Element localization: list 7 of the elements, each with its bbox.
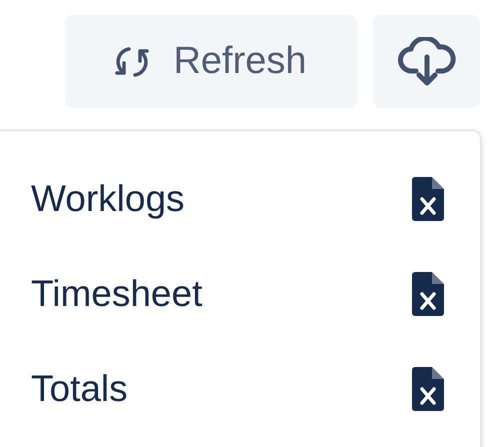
cloud-download-icon	[398, 36, 456, 86]
download-button[interactable]	[373, 15, 480, 108]
refresh-icon	[115, 44, 150, 78]
spreadsheet-file-icon	[412, 366, 444, 410]
refresh-button[interactable]: Refresh	[65, 15, 357, 108]
spreadsheet-file-icon	[412, 272, 444, 316]
spreadsheet-file-icon	[412, 176, 444, 220]
